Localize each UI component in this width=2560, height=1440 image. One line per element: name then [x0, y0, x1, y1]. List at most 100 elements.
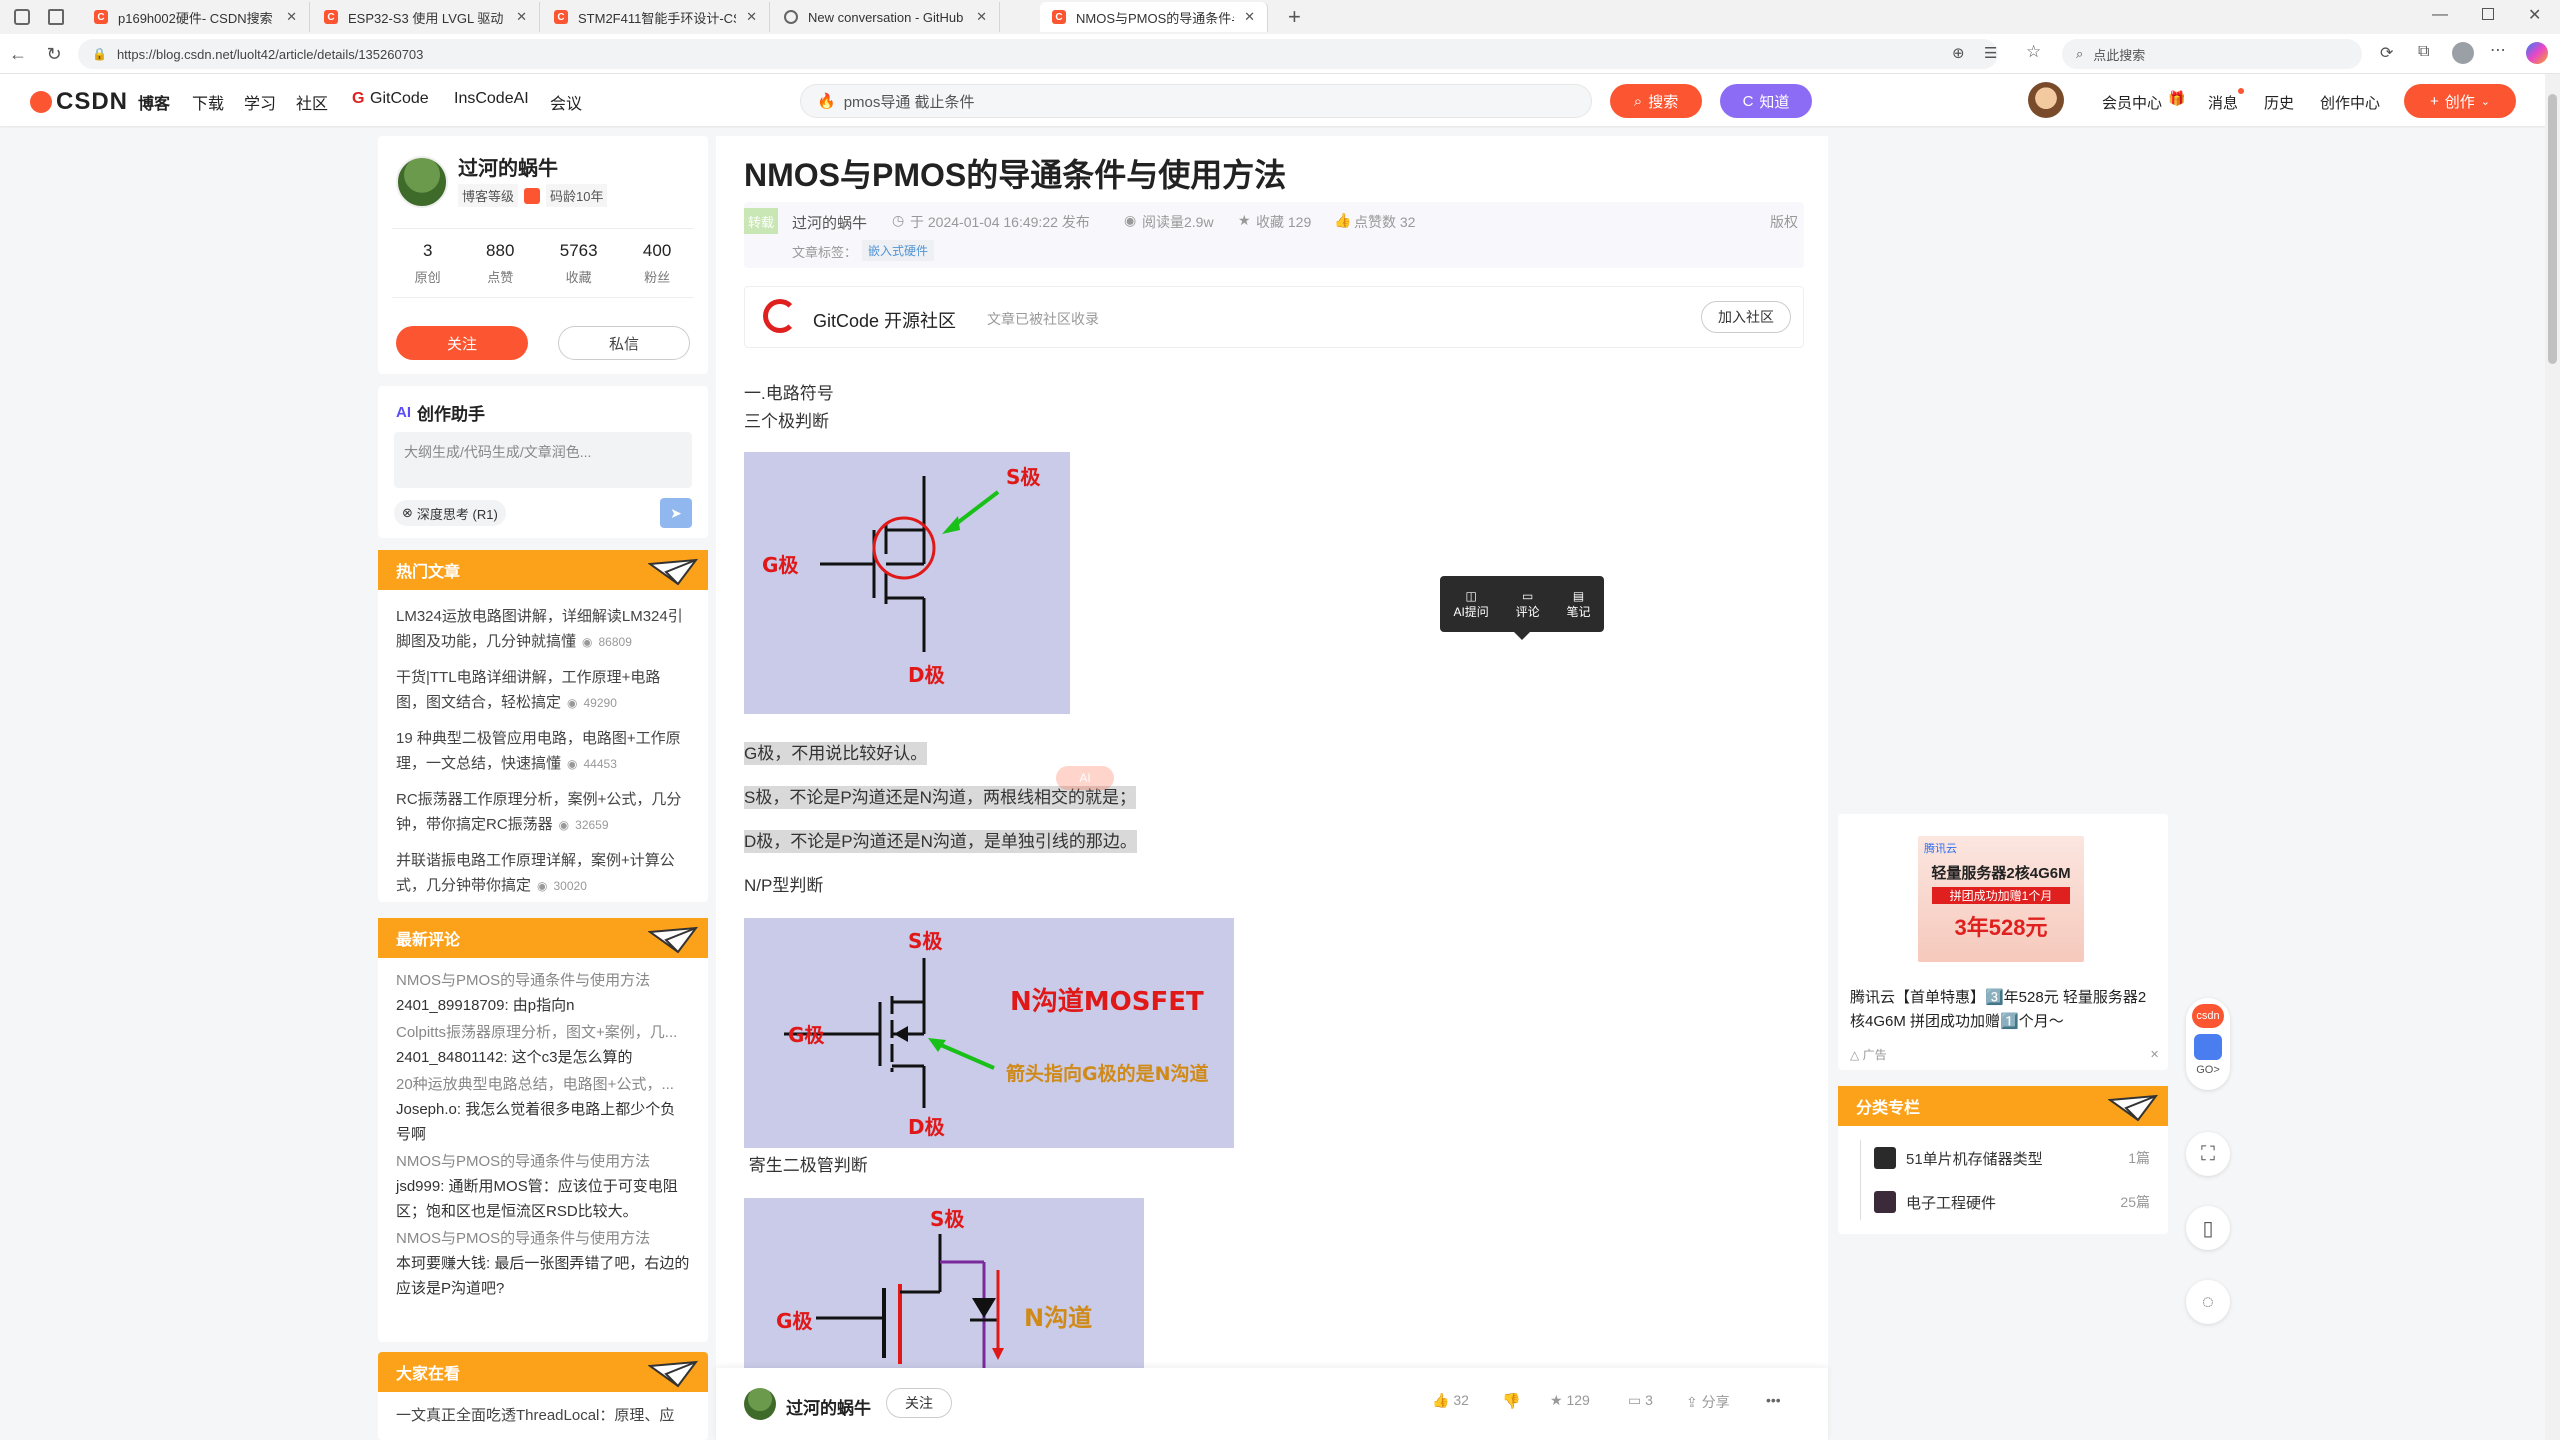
- meta-collect[interactable]: 收藏 129: [1256, 212, 1311, 232]
- meta-likes[interactable]: 点赞数 32: [1354, 212, 1415, 232]
- zoom-icon[interactable]: ⊕: [1952, 44, 1965, 62]
- follow-button[interactable]: 关注: [396, 326, 528, 360]
- browser-tab[interactable]: C ESP32-S3 使用 LVGL 驱动 1.69 寸 ✕: [312, 2, 540, 32]
- nav-learn[interactable]: 学习: [244, 90, 276, 114]
- comment-item[interactable]: Colpitts振荡器原理分析，图文+案例，几... 2401_84801142:…: [396, 1020, 690, 1070]
- zhidao-button[interactable]: C 知道: [1720, 84, 1812, 118]
- history-link[interactable]: 历史: [2264, 92, 2294, 113]
- like-button[interactable]: 👍 32: [1432, 1392, 1469, 1409]
- meta-author[interactable]: 过河的蜗牛: [792, 212, 867, 233]
- stat-original[interactable]: 3 原创: [415, 241, 441, 286]
- extensions-icon[interactable]: ⟳: [2380, 43, 2393, 63]
- scrollbar-thumb[interactable]: [2548, 94, 2557, 364]
- fullscreen-icon[interactable]: ⛶: [2186, 1132, 2230, 1176]
- page-scrollbar[interactable]: [2545, 74, 2560, 1440]
- nav-meeting[interactable]: 会议: [550, 90, 582, 114]
- tab-actions-icon[interactable]: [48, 9, 64, 25]
- star-icon: ★: [1238, 212, 1251, 228]
- more-options-icon[interactable]: •••: [1766, 1392, 1781, 1408]
- copilot-icon[interactable]: [2526, 42, 2548, 64]
- comment-item[interactable]: NMOS与PMOS的导通条件与使用方法 本珂要赚大钱: 最后一张图弄错了吧，右边的…: [396, 1226, 690, 1301]
- nav-blog[interactable]: 博客: [138, 90, 170, 114]
- stat-collects[interactable]: 5763 收藏: [560, 241, 598, 286]
- browser-search-field[interactable]: ⌕ 点此搜索: [2062, 39, 2362, 69]
- profile-avatar-icon[interactable]: [2452, 42, 2474, 64]
- refresh-icon[interactable]: ↻: [42, 42, 66, 66]
- user-avatar[interactable]: [2028, 82, 2064, 118]
- nav-inscodeai[interactable]: InsCodeAI: [454, 90, 529, 108]
- chat-icon[interactable]: ◌: [2186, 1280, 2230, 1324]
- share-button[interactable]: ⇪ 分享: [1686, 1392, 1730, 1412]
- author-name[interactable]: 过河的蜗牛: [458, 152, 558, 181]
- ad-image[interactable]: 腾讯云 轻量服务器2核4G6M 拼团成功加赠1个月 3年528元: [1918, 836, 2084, 962]
- close-window-icon[interactable]: ✕: [2528, 5, 2541, 25]
- bottom-author-name[interactable]: 过河的蜗牛: [786, 1394, 871, 1419]
- new-tab-icon[interactable]: +: [1288, 4, 1301, 30]
- hot-article-item[interactable]: LM324运放电路图讲解，详细解读LM324引脚图及功能，几分钟就搞懂 ◉ 8680…: [396, 604, 690, 655]
- message-button[interactable]: 私信: [558, 326, 690, 360]
- nav-community[interactable]: 社区: [296, 90, 328, 114]
- browser-tab[interactable]: C p169h002硬件- CSDN搜索 ✕: [82, 2, 310, 32]
- search-button[interactable]: ⌕ 搜索: [1610, 84, 1702, 118]
- comment-item[interactable]: NMOS与PMOS的导通条件与使用方法 2401_89918709: 由p指向n: [396, 968, 690, 1018]
- close-tab-icon[interactable]: ✕: [746, 9, 757, 25]
- site-search-input[interactable]: 🔥 pmos导通 截止条件: [800, 84, 1592, 118]
- column-item[interactable]: 电子工程硬件 25篇: [1874, 1188, 2150, 1216]
- creator-center-link[interactable]: 创作中心: [2320, 92, 2380, 113]
- vip-center-link[interactable]: 会员中心: [2102, 92, 2162, 113]
- bottom-author-avatar[interactable]: [744, 1388, 776, 1420]
- column-item[interactable]: 51单片机存储器类型 1篇: [1874, 1144, 2150, 1172]
- close-ad-icon[interactable]: ✕: [2150, 1048, 2159, 1061]
- ai-ask-button[interactable]: ◫ AI提问: [1453, 589, 1488, 620]
- paper-plane-icon: [2108, 1094, 2158, 1122]
- comments-button[interactable]: ▭ 3: [1628, 1392, 1653, 1409]
- deep-think-toggle[interactable]: ⊗ 深度思考 (R1): [394, 500, 506, 526]
- author-avatar[interactable]: [396, 156, 448, 208]
- browser-tab-active[interactable]: C NMOS与PMOS的导通条件与使用 ✕: [1040, 2, 1268, 32]
- hot-article-item[interactable]: 19 种典型二极管应用电路，电路图+工作原理，一文总结，快速搞懂 ◉ 44453: [396, 726, 690, 777]
- more-menu-icon[interactable]: ⋯: [2490, 40, 2506, 60]
- hot-article-item[interactable]: 干货|TTL电路详细讲解，工作原理+电路图，图文结合，轻松搞定 ◉ 49290: [396, 665, 690, 716]
- ai-selection-icon[interactable]: AI: [1056, 766, 1114, 790]
- close-tab-icon[interactable]: ✕: [1244, 9, 1255, 25]
- comment-button[interactable]: ▭ 评论: [1516, 589, 1540, 620]
- comment-item[interactable]: NMOS与PMOS的导通条件与使用方法 jsd999: 通断用MOS管：应该位于可…: [396, 1149, 690, 1224]
- close-tab-icon[interactable]: ✕: [286, 9, 297, 25]
- bottom-follow-button[interactable]: 关注: [886, 1388, 952, 1418]
- create-button[interactable]: + 创作 ⌄: [2404, 84, 2516, 118]
- send-icon[interactable]: ➤: [660, 498, 692, 528]
- close-tab-icon[interactable]: ✕: [976, 9, 987, 25]
- everyone-reading-item[interactable]: 一文真正全面吃透ThreadLocal：原理、应: [378, 1392, 708, 1437]
- csdn-go-widget[interactable]: csdn GO>: [2186, 998, 2230, 1090]
- minimize-icon[interactable]: —: [2432, 6, 2448, 24]
- ad-text[interactable]: 腾讯云【首单特惠】3️⃣年528元 轻量服务器2核4G6M 拼团成功加赠1️⃣个…: [1850, 986, 2160, 1034]
- url-field[interactable]: 🔒 https://blog.csdn.net/luolt42/article/…: [78, 39, 1998, 69]
- nav-gitcode[interactable]: GitCode: [370, 90, 429, 108]
- comment-item[interactable]: 20种运放典型电路总结，电路图+公式，... Joseph.o: 我怎么觉着很多电…: [396, 1072, 690, 1147]
- tag-embedded-hw[interactable]: 嵌入式硬件: [862, 240, 935, 261]
- dislike-icon[interactable]: 👎: [1502, 1392, 1521, 1410]
- collections-icon[interactable]: ⧉: [2418, 43, 2429, 61]
- restore-icon[interactable]: [2482, 8, 2494, 20]
- favorite-star-icon[interactable]: ☆: [2026, 42, 2041, 62]
- browser-tab[interactable]: C STM2F411智能手环设计-CSDN博 ✕: [542, 2, 770, 32]
- close-tab-icon[interactable]: ✕: [516, 9, 527, 25]
- mobile-icon[interactable]: ▯: [2186, 1206, 2230, 1250]
- csdn-logo[interactable]: CSDN: [30, 88, 128, 116]
- gitcode-name[interactable]: GitCode 开源社区: [813, 307, 956, 333]
- note-button[interactable]: ▤ 笔记: [1567, 589, 1591, 620]
- copyright-link[interactable]: 版权: [1770, 212, 1798, 232]
- hot-article-item[interactable]: RC振荡器工作原理分析，案例+公式，几分钟，带你搞定RC振荡器 ◉ 32659: [396, 787, 690, 838]
- stat-likes[interactable]: 880 点赞: [486, 241, 514, 286]
- browser-tab[interactable]: New conversation - GitHub Copilo ✕: [772, 2, 1000, 32]
- stat-fans[interactable]: 400 粉丝: [643, 241, 671, 286]
- workspaces-icon[interactable]: [14, 9, 30, 25]
- assistant-input[interactable]: 大纲生成/代码生成/文章润色...: [394, 432, 692, 488]
- nav-download[interactable]: 下载: [192, 90, 224, 114]
- back-icon[interactable]: ←: [6, 42, 30, 66]
- read-mode-icon[interactable]: ☰: [1984, 44, 1997, 62]
- hot-article-item[interactable]: 并联谐振电路工作原理详解，案例+计算公式，几分钟带你搞定 ◉ 30020: [396, 848, 690, 899]
- join-community-button[interactable]: 加入社区: [1701, 301, 1791, 333]
- messages-link[interactable]: 消息: [2208, 92, 2238, 113]
- collect-button[interactable]: ★ 129: [1550, 1392, 1590, 1409]
